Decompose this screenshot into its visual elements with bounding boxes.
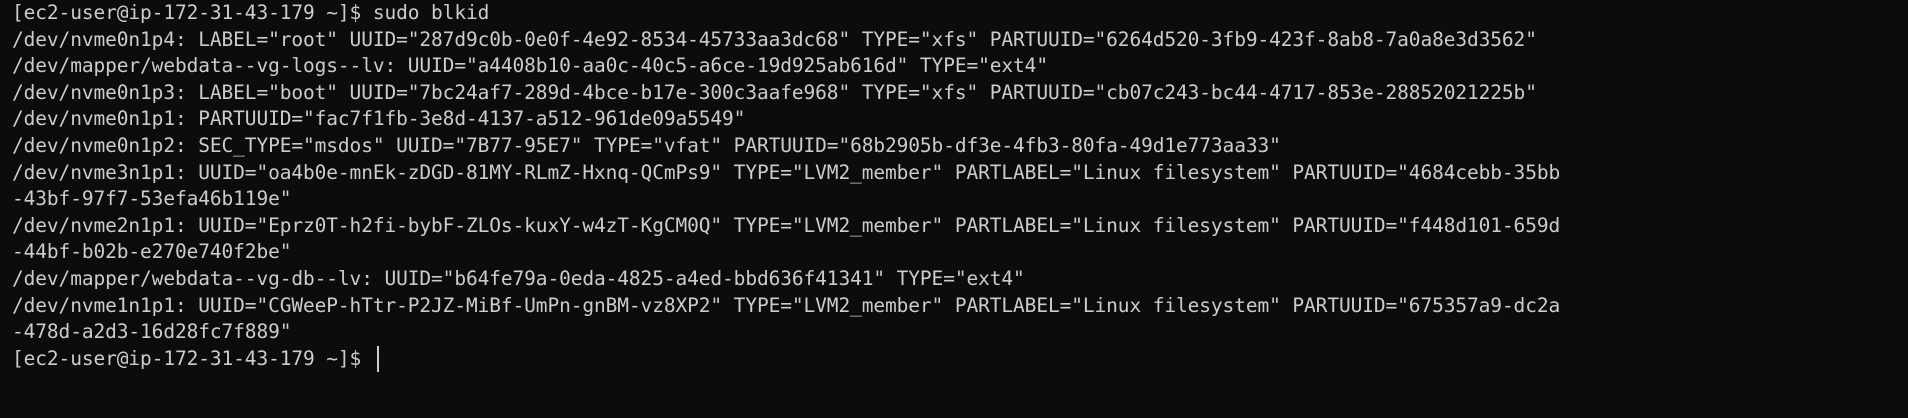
- output-line: /dev/nvme1n1p1: UUID="CGWeeP-hTtr-P2JZ-M…: [12, 293, 1561, 317]
- command-text: sudo blkid: [372, 1, 490, 24]
- output-line: /dev/nvme0n1p1: PARTUUID="fac7f1fb-3e8d-…: [12, 107, 746, 131]
- text-cursor: [376, 345, 379, 372]
- command-line: [ec2-user@ip-172-31-43-179 ~]$ sudo blki…: [12, 0, 1908, 27]
- active-prompt-line[interactable]: [ec2-user@ip-172-31-43-179 ~]$: [12, 345, 1908, 373]
- command-output: /dev/nvme0n1p4: LABEL="root" UUID="287d9…: [12, 27, 1908, 346]
- output-line: /dev/nvme0n1p3: LABEL="boot" UUID="7bc24…: [12, 80, 1537, 104]
- output-line: /dev/nvme0n1p2: SEC_TYPE="msdos" UUID="7…: [12, 133, 1281, 157]
- output-line: /dev/nvme2n1p1: UUID="Eprz0T-h2fi-bybF-Z…: [12, 213, 1561, 237]
- output-line: /dev/mapper/webdata--vg-logs--lv: UUID="…: [12, 54, 1048, 78]
- output-line: /dev/mapper/webdata--vg-db--lv: UUID="b6…: [12, 266, 1025, 290]
- output-line: -43bf-97f7-53efa46b119e": [12, 187, 292, 211]
- output-line: /dev/nvme3n1p1: UUID="oa4b0e-mnEk-zDGD-8…: [12, 160, 1561, 184]
- output-line: -478d-a2d3-16d28fc7f889": [12, 320, 292, 344]
- output-line: -44bf-b02b-e270e740f2be": [12, 240, 292, 264]
- output-line: /dev/nvme0n1p4: LABEL="root" UUID="287d9…: [12, 27, 1537, 51]
- terminal-window[interactable]: [ec2-user@ip-172-31-43-179 ~]$ sudo blki…: [0, 0, 1908, 418]
- shell-prompt: [ec2-user@ip-172-31-43-179 ~]$: [12, 1, 373, 24]
- shell-prompt: [ec2-user@ip-172-31-43-179 ~]$: [12, 346, 373, 370]
